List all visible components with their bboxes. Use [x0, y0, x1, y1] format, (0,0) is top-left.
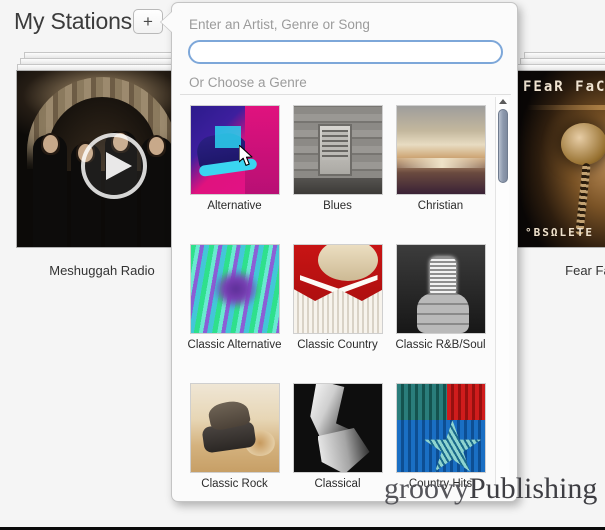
station-album-art: FEaR FaCTORY °BSΩLETE	[516, 70, 605, 248]
genre-label: Classic Rock	[201, 478, 268, 490]
genre-label: Blues	[323, 200, 352, 212]
art-shape	[293, 178, 382, 194]
art-shape	[244, 106, 279, 194]
genre-tile-alternative[interactable]: Alternative	[187, 105, 282, 214]
genre-thumbnail	[395, 105, 486, 195]
station-name-meshuggah: Meshuggah Radio	[49, 263, 155, 278]
art-shape	[317, 245, 378, 281]
band-member-head	[43, 135, 58, 153]
search-input[interactable]	[188, 40, 503, 64]
genre-grid: Alternative Blues Christian Classic Alte…	[180, 97, 498, 497]
genre-thumbnail	[395, 383, 486, 473]
genre-label: Classic R&B/Soul	[395, 339, 486, 351]
genre-picker-popup: Enter an Artist, Genre or Song Or Choose…	[161, 2, 518, 502]
genre-label: Classic Alternative	[187, 339, 282, 351]
play-button[interactable]	[81, 133, 147, 199]
genre-scrollbar[interactable]	[495, 97, 509, 497]
album-title-text: FEaR FaCTORY	[523, 79, 605, 95]
genre-tile-blues[interactable]: Blues	[290, 105, 385, 214]
band-member-head	[149, 137, 164, 155]
genre-tile-classic-rock[interactable]: Classic Rock	[187, 383, 282, 492]
album-subtitle-text: °BSΩLETE	[525, 226, 594, 239]
scrollbar-thumb[interactable]	[498, 109, 508, 183]
genre-tile-classic-rb-soul[interactable]: Classic R&B/Soul	[393, 244, 488, 353]
microphone-shape	[429, 257, 456, 297]
add-station-button[interactable]: +	[133, 9, 163, 34]
genre-tile-christian[interactable]: Christian	[393, 105, 488, 214]
popup-title: Enter an Artist, Genre or Song	[189, 17, 370, 32]
genre-thumbnail	[292, 383, 383, 473]
genre-tile-classic-alternative[interactable]: Classic Alternative	[187, 244, 282, 353]
genre-thumbnail	[292, 105, 383, 195]
choose-genre-label: Or Choose a Genre	[189, 75, 307, 90]
genre-thumbnail	[292, 244, 383, 334]
popup-divider	[180, 94, 511, 95]
genre-label: Alternative	[207, 200, 262, 212]
popup-callout-notch	[161, 11, 173, 33]
genre-thumbnail	[189, 244, 280, 334]
station-name-fear-factory: Fear Factory	[565, 263, 605, 278]
genre-tile-classic-country[interactable]: Classic Country	[290, 244, 385, 353]
watermark-part2: Publishing	[469, 472, 598, 505]
page-title: My Stations	[14, 8, 132, 34]
genre-label: Classical	[314, 478, 361, 490]
genre-label: Classic Country	[297, 339, 378, 351]
genre-thumbnail	[395, 244, 486, 334]
genre-label: Christian	[417, 200, 464, 212]
star-shape	[423, 420, 482, 472]
art-shape	[396, 384, 449, 420]
watermark-part1: groovy	[384, 472, 469, 505]
spine-shape	[575, 162, 591, 236]
play-triangle-icon	[106, 152, 132, 180]
triangle-up-icon[interactable]	[499, 99, 507, 104]
art-shape	[446, 384, 485, 420]
brain-shape	[561, 123, 605, 165]
watermark: groovyPublishing	[384, 472, 597, 506]
art-glow	[527, 105, 605, 110]
genre-thumbnail	[189, 383, 280, 473]
art-shape	[293, 289, 382, 333]
genre-thumbnail	[189, 105, 280, 195]
hand-shape	[416, 293, 469, 333]
genre-tile-classical[interactable]: Classical	[290, 383, 385, 492]
